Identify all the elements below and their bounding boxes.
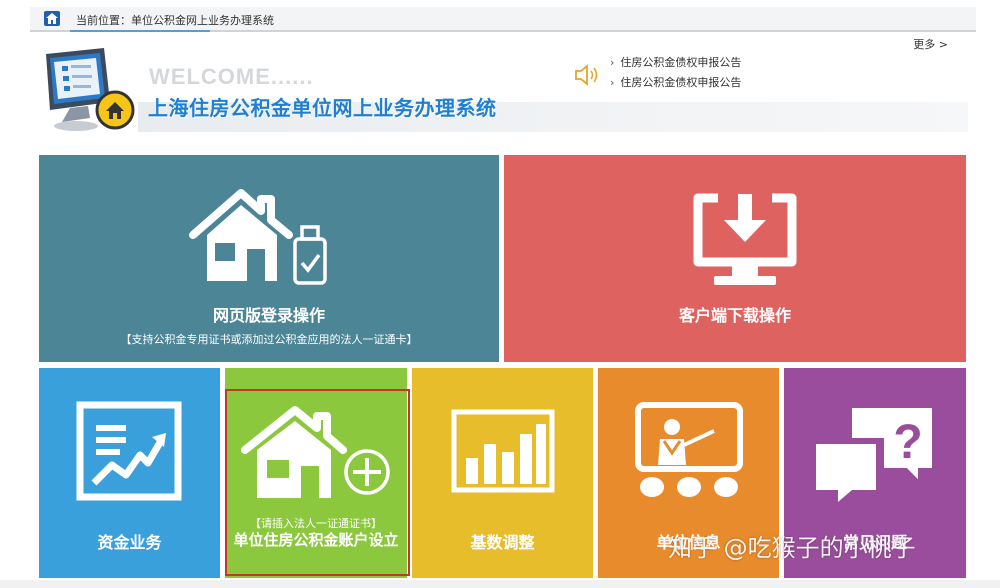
system-title: 上海住房公积金单位网上业务办理系统 — [148, 96, 497, 120]
tile-client-download[interactable]: 客户端下载操作 — [504, 155, 966, 362]
house-plus-icon — [241, 406, 390, 498]
chevron-right-icon: › — [610, 56, 615, 69]
chart-board-icon — [76, 401, 182, 501]
watermark: 知乎 @吃猴子的小桃子 — [668, 534, 916, 562]
notice-item[interactable]: › 住房公积金债权申报公告 — [610, 74, 741, 94]
tile-base-adjust[interactable]: 基数调整 — [412, 368, 593, 578]
monitor-checklist-icon — [46, 48, 135, 131]
home-icon[interactable] — [44, 11, 60, 26]
bar-chart-icon — [451, 409, 555, 493]
question-bubble-icon: ? — [816, 404, 936, 502]
tile-client-download-label: 客户端下载操作 — [678, 306, 791, 325]
chevron-right-icon: › — [610, 76, 615, 89]
breadcrumb-bar: 当前位置：单位公积金网上业务办理系统 — [30, 7, 976, 32]
bottom-bar — [0, 580, 1000, 588]
tile-base-adjust-label: 基数调整 — [470, 533, 535, 552]
tile-fund-business[interactable]: 资金业务 — [39, 368, 220, 578]
notice-text: 住房公积金债权申报公告 — [620, 76, 742, 89]
tile-web-login-label: 网页版登录操作 — [212, 306, 325, 325]
download-monitor-icon — [693, 193, 797, 285]
tile-account-setup-label: 单位住房公积金账户设立 — [233, 531, 399, 549]
tile-web-login[interactable]: 网页版登录操作 【支持公积金专用证书或添加过公积金应用的法人一证通卡】 — [39, 155, 499, 362]
tile-fund-business-label: 资金业务 — [97, 533, 162, 552]
notice-item[interactable]: › 住房公积金债权申报公告 — [610, 54, 741, 74]
notice-list: › 住房公积金债权申报公告 › 住房公积金债权申报公告 — [610, 54, 741, 94]
notice-text: 住房公积金债权申报公告 — [620, 56, 742, 69]
svg-text:?: ? — [893, 416, 922, 469]
breadcrumb: 当前位置：单位公积金网上业务办理系统 — [76, 14, 274, 27]
more-link[interactable]: 更多 > — [913, 36, 948, 52]
tile-web-login-sub: 【支持公积金专用证书或添加过公积金应用的法人一证通卡】 — [120, 333, 418, 346]
speaker-icon — [575, 64, 598, 86]
welcome-text: WELCOME...... — [149, 64, 314, 89]
tile-account-setup[interactable]: 【请插入法人一证通证书】 单位住房公积金账户设立 — [225, 368, 407, 578]
header: WELCOME...... 上海住房公积金单位网上业务办理系统 更多 > › 住房… — [38, 36, 968, 136]
teacher-board-icon — [635, 402, 743, 497]
house-usb-icon — [189, 189, 327, 285]
breadcrumb-underline — [70, 30, 210, 32]
